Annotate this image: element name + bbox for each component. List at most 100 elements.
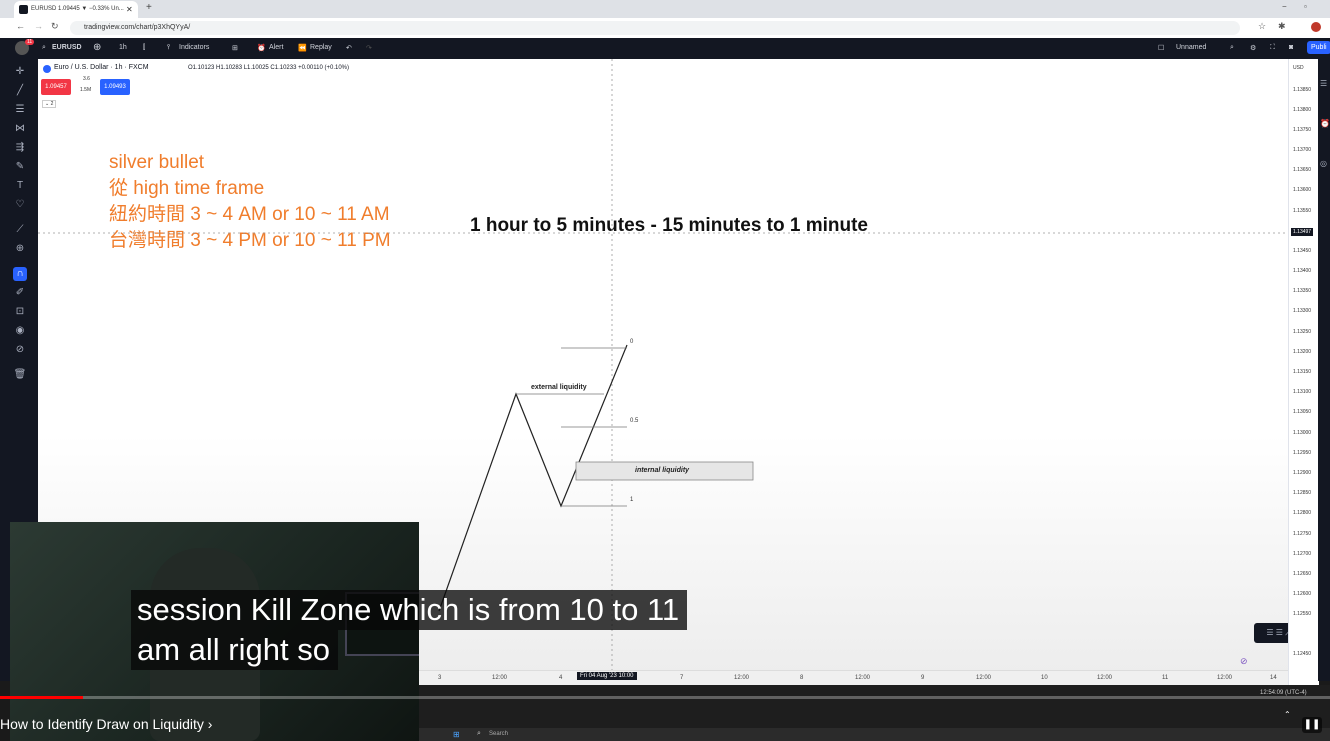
price-label: 1.13300 xyxy=(1293,308,1312,314)
video-progress-played xyxy=(0,696,83,699)
time-label: 8 xyxy=(800,675,804,681)
window-restore-icon[interactable]: ▫ xyxy=(1304,2,1307,11)
symbol-button[interactable]: EURUSD xyxy=(52,44,82,51)
chevron-right-icon: › xyxy=(207,716,213,732)
internal-liquidity-label[interactable]: internal liquidity xyxy=(635,467,689,474)
bookmark-star-icon[interactable]: ☆ xyxy=(1258,21,1266,32)
alert-icon[interactable]: ⏰ xyxy=(257,44,266,52)
magnet-icon[interactable]: ∩ xyxy=(13,267,27,281)
lock-drawings-icon[interactable]: ⊡ xyxy=(13,305,27,319)
address-bar[interactable]: tradingview.com/chart/p3XhQYyA/ xyxy=(70,21,1240,35)
price-label: 1.13600 xyxy=(1293,187,1312,193)
compass-icon[interactable]: ⊘ xyxy=(1240,656,1248,667)
fullscreen-icon[interactable]: ⛶ xyxy=(1270,44,1275,52)
ideas-icon[interactable]: ◎ xyxy=(1320,159,1327,168)
stay-in-drawing-icon[interactable]: ✐ xyxy=(13,286,27,300)
redo-icon[interactable]: ↷ xyxy=(366,44,372,52)
current-price-label: 1.13497 xyxy=(1291,228,1314,236)
windows-start-icon[interactable]: ⊞ xyxy=(453,730,460,739)
price-label: 1.12950 xyxy=(1293,450,1312,456)
favorites-heart-icon[interactable]: ♡ xyxy=(13,198,27,212)
profile-avatar[interactable] xyxy=(1311,22,1321,32)
time-label: 12:00 xyxy=(492,675,508,681)
time-label: 4 xyxy=(559,675,563,681)
price-label: 1.13400 xyxy=(1293,268,1312,274)
browser-tab[interactable]: EURUSD 1.09445 ▼ −0.33% Un... ✕ xyxy=(14,1,138,18)
text-tool-icon[interactable]: T xyxy=(13,179,27,193)
price-label: 1.13000 xyxy=(1293,430,1312,436)
crosshair-icon[interactable]: ✛ xyxy=(13,65,27,79)
indicators-button[interactable]: Indicators xyxy=(179,44,209,51)
time-label: 12:00 xyxy=(855,675,871,681)
os-taskbar: ⊞ ⌕ Search xyxy=(419,728,1330,741)
pattern-tool-icon[interactable]: ⋈ xyxy=(13,122,27,136)
watchlist-icon[interactable]: ☰ xyxy=(1320,79,1327,88)
price-label: 1.13050 xyxy=(1293,409,1312,415)
notification-badge: 11 xyxy=(25,39,35,45)
chevron-up-icon[interactable]: ⌃ xyxy=(1284,710,1291,719)
compare-symbol-icon[interactable]: ⊕ xyxy=(93,42,101,53)
alerts-panel-icon[interactable]: ⏰ xyxy=(1320,119,1330,128)
price-label: 1.12800 xyxy=(1293,510,1312,516)
video-title-link[interactable]: How to Identify Draw on Liquidity › xyxy=(0,716,212,732)
taskbar-search-box[interactable]: Search xyxy=(489,731,508,737)
trend-line-icon[interactable]: ╱ xyxy=(13,84,27,98)
new-tab-icon[interactable]: + xyxy=(146,2,152,13)
time-label: 10 xyxy=(1041,675,1048,681)
price-label: 1.13200 xyxy=(1293,349,1312,355)
tab-close-icon[interactable]: ✕ xyxy=(126,1,133,18)
hide-drawings-eye-icon[interactable]: ◉ xyxy=(13,324,27,338)
quick-search-icon[interactable]: ⌕ xyxy=(1230,44,1234,52)
time-label: 11 xyxy=(1162,675,1169,681)
forward-icon[interactable]: → xyxy=(34,21,43,31)
snapshot-camera-icon[interactable]: ◙ xyxy=(1289,44,1293,51)
time-label: 14 xyxy=(1270,675,1277,681)
undo-icon[interactable]: ↶ xyxy=(346,44,352,52)
window-minimize-icon[interactable]: − xyxy=(1282,2,1287,11)
price-label: 1.13750 xyxy=(1293,127,1312,133)
right-widget-bar: ☰ ⏰ ◎ xyxy=(1318,59,1330,681)
price-label: 1.13100 xyxy=(1293,389,1312,395)
link-icon[interactable]: ⊘ xyxy=(13,343,27,357)
fib-retracement-icon[interactable]: ☰ xyxy=(13,103,27,117)
caption-line-1: session Kill Zone which is from 10 to 11 xyxy=(131,590,688,630)
alert-button[interactable]: Alert xyxy=(269,44,283,51)
price-label: 1.13450 xyxy=(1293,248,1312,254)
ruler-icon[interactable]: ⟋ xyxy=(13,223,27,237)
layout-checkbox-icon[interactable]: ☐ xyxy=(1158,44,1164,52)
currency-label[interactable]: USD xyxy=(1293,65,1304,71)
trash-icon[interactable]: 🗑 xyxy=(13,368,27,382)
price-label: 1.13650 xyxy=(1293,167,1312,173)
reload-icon[interactable]: ↻ xyxy=(51,21,59,32)
interval-button[interactable]: 1h xyxy=(119,44,127,51)
settings-gear-icon[interactable]: ⚙ xyxy=(1250,44,1256,52)
external-liquidity-label[interactable]: external liquidity xyxy=(531,384,587,391)
price-label: 1.12600 xyxy=(1293,591,1312,597)
price-label: 1.12900 xyxy=(1293,470,1312,476)
price-label: 1.13550 xyxy=(1293,208,1312,214)
time-label: 3 xyxy=(438,675,442,681)
video-progress-track[interactable] xyxy=(0,696,1330,699)
templates-icon[interactable]: ⊞ xyxy=(232,44,238,52)
extensions-icon[interactable]: ✱ xyxy=(1278,21,1286,32)
layout-name-button[interactable]: Unnamed xyxy=(1176,44,1206,51)
forecast-tool-icon[interactable]: ⇶ xyxy=(13,141,27,155)
crosshair-time-label: Fri 04 Aug '23 10:00 xyxy=(577,672,637,680)
price-label: 1.12750 xyxy=(1293,531,1312,537)
brush-icon[interactable]: ✎ xyxy=(13,160,27,174)
chart-type-icon[interactable]: ⫿ xyxy=(143,44,145,52)
fib-label-1: 1 xyxy=(630,497,634,503)
publish-button[interactable]: Publi xyxy=(1307,41,1330,54)
price-label: 1.13250 xyxy=(1293,329,1312,335)
video-title: How to Identify Draw on Liquidity xyxy=(0,716,204,732)
price-label: 1.13150 xyxy=(1293,369,1312,375)
replay-icon[interactable]: ⏪ xyxy=(298,44,307,52)
pause-button[interactable]: ❚❚ xyxy=(1302,717,1322,733)
indicators-icon[interactable]: ⫯ xyxy=(167,44,170,52)
zoom-in-icon[interactable]: ⊕ xyxy=(13,242,27,256)
symbol-search-icon[interactable]: ⌕ xyxy=(42,44,46,52)
price-axis[interactable]: USD 1.13850 1.13800 1.13750 1.13700 1.13… xyxy=(1288,59,1319,685)
replay-button[interactable]: Replay xyxy=(310,44,332,51)
chart-top-toolbar: 11 ⌕ EURUSD ⊕ 1h ⫿ ⫯ Indicators ⊞ ⏰ Aler… xyxy=(0,38,1330,59)
back-icon[interactable]: ← xyxy=(16,21,25,31)
